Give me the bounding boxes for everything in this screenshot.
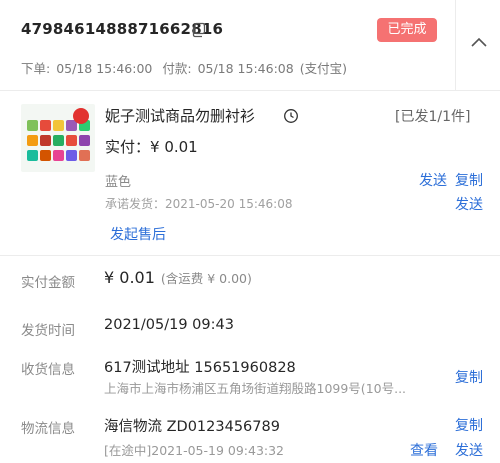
promise-label: 承诺发货： [105,197,166,211]
logistics-copy-link[interactable]: 复制 [455,415,483,435]
clock-icon [284,109,298,123]
pay-method: (支付宝) [299,61,347,76]
shipped-count: [已发1/1件] [395,109,471,125]
paid-label: 实付： [105,138,151,156]
order-time-label: 下单: [21,61,51,76]
logistics-label: 物流信息 [21,421,75,437]
product-color: 蓝色 [105,175,132,190]
ship-time-label: 发货时间 [21,323,75,339]
amount-value-line: ¥ 0.01 (含运费 ¥ 0.00) [104,268,252,287]
receiver-label: 收货信息 [21,362,75,378]
paid-amount: ¥ 0.01 [150,138,198,156]
amount-label: 实付金额 [21,275,75,291]
promise-line: 承诺发货：2021-05-20 15:46:08 [105,195,292,212]
product-thumbnail[interactable] [21,104,95,172]
logistics-view-link[interactable]: 查看 [410,440,438,460]
header-divider [455,0,456,91]
copy-icon[interactable] [190,22,206,38]
order-times: 下单: 05/18 15:46:00 付款: 05/18 15:46:08 (支付宝) [21,58,353,77]
order-header: 4798461488871662816 已完成 下单: 05/18 15:46:0… [0,0,500,91]
ship-link[interactable]: 发送 [419,170,447,190]
logistics-send-link[interactable]: 发送 [455,440,483,460]
amount-note: (含运费 ¥ 0.00) [160,271,252,286]
receiver-address: 上海市上海市杨浦区五角场街道翔殷路1099号(10号... [104,381,407,396]
receiver-name-phone: 617测试地址 15651960828 [104,360,296,376]
status-badge: 已完成 [377,18,437,42]
product-name[interactable]: 妮子测试商品勿删衬衫 [105,105,255,126]
logistics-status: [在途中]2021-05-19 09:43:32 [104,443,285,458]
amount-value: ¥ 0.01 [104,268,155,287]
section-divider [0,255,500,256]
after-sale-button[interactable]: 发起售后 [110,224,166,244]
thumbnail-badge [73,108,89,124]
promise-time: 2021-05-20 15:46:08 [165,197,293,211]
logistics-carrier: 海信物流 ZD0123456789 [104,419,280,435]
paid-line: 实付：¥ 0.01 [105,136,198,157]
order-time: 05/18 15:46:00 [56,61,153,76]
pay-time-label: 付款: [162,61,192,76]
ship-time-value: 2021/05/19 09:43 [104,317,234,333]
pay-time: 05/18 15:46:08 [197,61,294,76]
copy-link[interactable]: 复制 [455,170,483,190]
chevron-up-icon[interactable] [470,36,488,48]
ship-link-2[interactable]: 发送 [455,194,483,214]
receiver-copy-link[interactable]: 复制 [455,367,483,387]
